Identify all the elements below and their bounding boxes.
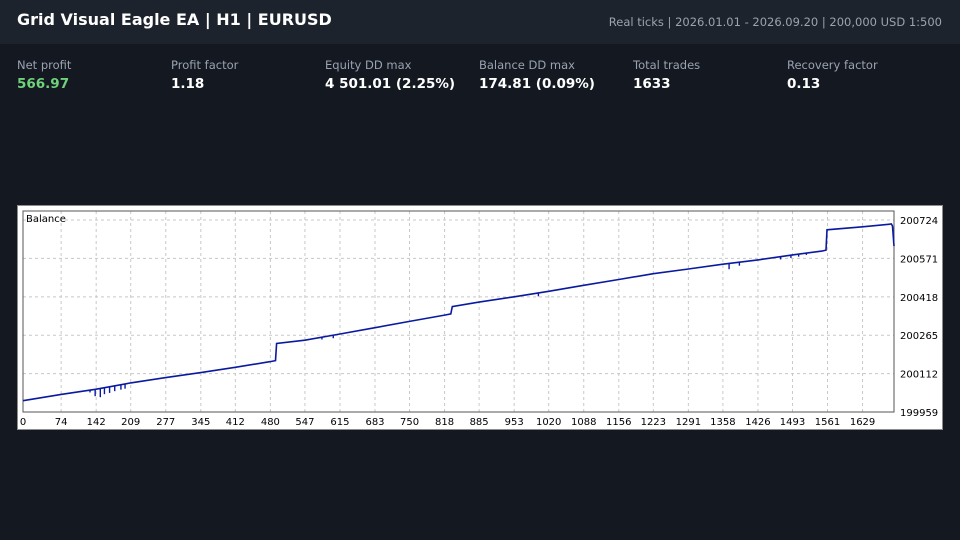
stat-value: 0.13 [787,76,821,92]
x-tick-label: 1156 [606,417,631,428]
stat-balance-dd-max: Balance DD max 174.81 (0.09%) [479,58,595,92]
x-tick-label: 750 [400,417,419,428]
stat-label: Net profit [17,58,72,72]
x-tick-label: 1493 [780,417,805,428]
x-tick-label: 1223 [641,417,666,428]
y-tick-label: 200724 [900,216,938,227]
stat-value: 174.81 (0.09%) [479,76,595,92]
stat-value: 1.18 [171,76,205,92]
test-settings-summary: Real ticks | 2026.01.01 - 2026.09.20 | 2… [608,15,942,29]
x-tick-label: 142 [87,417,106,428]
x-tick-label: 412 [226,417,245,428]
balance-chart-svg: 0 74 142 209 277 345 412 480 547 615 683 750 818 885 9… [20,210,938,428]
stat-profit-factor: Profit factor 1.18 [171,58,238,92]
stat-label: Total trades [633,58,701,72]
stat-value: 566.97 [17,76,70,92]
x-tick-label: 1358 [710,417,735,428]
x-tick-label: 0 [20,417,26,428]
y-tick-label: 200265 [900,331,938,342]
balance-chart: 0 74 142 209 277 345 412 480 547 615 683 750 818 885 9… [17,205,943,430]
stat-net-profit: Net profit 566.97 [17,58,71,92]
x-tick-label: 345 [191,417,210,428]
x-tick-label: 1561 [815,417,840,428]
x-tick-label: 547 [295,417,314,428]
x-tick-label: 953 [505,417,524,428]
report-header: Grid Visual Eagle EA | H1 | EURUSD Real … [0,0,960,44]
stat-label: Profit factor [171,58,239,72]
x-tick-label: 1020 [536,417,561,428]
x-tick-label: 277 [156,417,175,428]
balance-line [22,223,895,402]
stat-label: Balance DD max [479,58,575,72]
x-tick-label: 1426 [745,417,770,428]
x-tick-label: 885 [470,417,489,428]
x-tick-label: 1291 [676,417,701,428]
x-tick-label: 480 [261,417,280,428]
stat-total-trades: Total trades 1633 [633,58,700,92]
chart-title: Balance [26,214,66,225]
x-tick-label: 209 [121,417,140,428]
stat-recovery-factor: Recovery factor 0.13 [787,58,878,92]
x-tick-label: 615 [330,417,349,428]
stat-label: Recovery factor [787,58,878,72]
stat-label: Equity DD max [325,58,412,72]
y-tick-label: 200112 [900,370,938,381]
stat-equity-dd-max: Equity DD max 4 501.01 (2.25%) [325,58,455,92]
x-tick-label: 1088 [571,417,596,428]
y-tick-label: 200418 [900,293,938,304]
stat-value: 1633 [633,76,671,92]
report-title: Grid Visual Eagle EA | H1 | EURUSD [17,10,332,29]
x-tick-label: 1629 [850,417,875,428]
y-tick-label: 200571 [900,254,938,265]
y-tick-label: 199959 [900,408,938,419]
x-tick-label: 683 [365,417,384,428]
x-tick-label: 818 [435,417,454,428]
x-tick-label: 74 [55,417,68,428]
stat-value: 4 501.01 (2.25%) [325,76,456,92]
plot-area-frame [22,210,895,413]
